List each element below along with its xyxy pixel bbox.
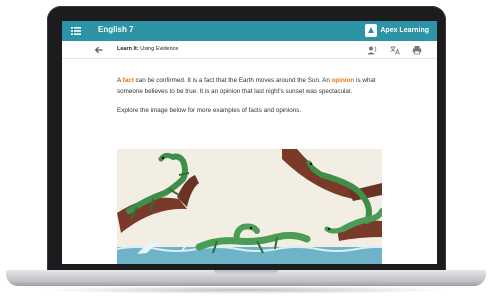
lizards-illustration-art xyxy=(117,149,382,264)
lesson-toolbar: Learn It: Using Evidence xyxy=(62,41,437,59)
printer-icon[interactable] xyxy=(412,45,422,55)
laptop-shadow xyxy=(40,286,452,294)
breadcrumb: Learn It: Using Evidence xyxy=(117,46,178,52)
lizards-illustration[interactable] xyxy=(117,149,382,264)
arrow-left-icon[interactable] xyxy=(94,45,104,55)
instruction-paragraph: Explore the image below for more example… xyxy=(117,107,302,114)
brand-logo: Apex Learning xyxy=(365,24,429,37)
lesson-content: A fact can be confirmed. It is a fact th… xyxy=(117,76,382,126)
app-header: English 7 Apex Learning xyxy=(62,21,437,41)
laptop-mockup: English 7 Apex Learning Learn It: Using … xyxy=(0,0,492,299)
apex-logo-icon xyxy=(365,24,378,37)
read-aloud-icon[interactable] xyxy=(367,45,377,55)
section-label: Learn It: xyxy=(117,46,139,52)
term-fact: fact xyxy=(122,77,134,84)
definition-paragraph: A fact can be confirmed. It is a fact th… xyxy=(117,76,382,97)
laptop-screen: English 7 Apex Learning Learn It: Using … xyxy=(62,21,437,264)
menu-list-icon[interactable] xyxy=(71,26,81,36)
term-opinion: opinion xyxy=(331,77,355,84)
laptop-base-notch xyxy=(214,270,278,275)
course-title: English 7 xyxy=(98,25,134,34)
text-run: can be confirmed. It is a fact that the … xyxy=(133,77,332,84)
translate-icon[interactable] xyxy=(390,45,400,55)
brand-name: Apex Learning xyxy=(380,27,429,34)
section-title: Using Evidence xyxy=(140,46,179,52)
